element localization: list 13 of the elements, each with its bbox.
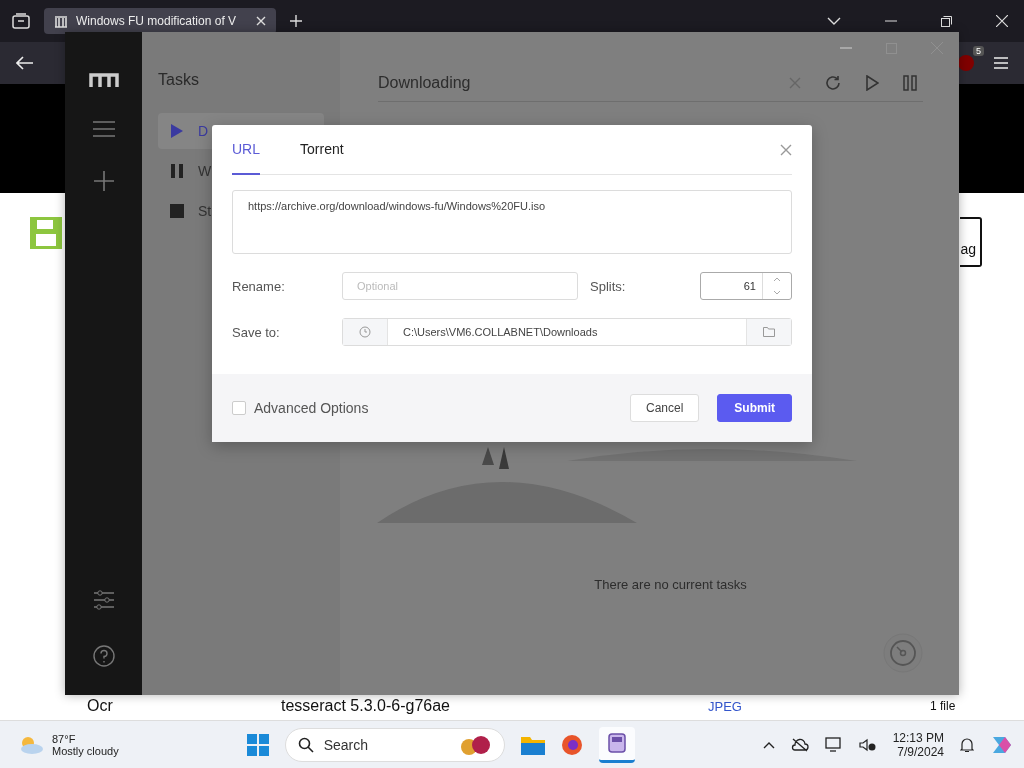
row-label: Ocr — [87, 697, 114, 715]
field-label: Splits: — [590, 278, 626, 294]
empty-message: There are no current tasks — [594, 577, 747, 592]
row-value: tesseract 5.3.0-6-g76ae — [281, 697, 451, 715]
notification-badge: 5 — [973, 46, 984, 56]
field-label: Save to: — [232, 324, 281, 340]
tab-title: Windows FU modification of V — [76, 14, 238, 28]
weather-text: Mostly cloudy — [52, 744, 119, 757]
panel-title: Tasks — [158, 71, 200, 89]
temperature: 87°F — [52, 732, 77, 745]
file-count: 1 file — [930, 699, 956, 713]
field-label: Rename: — [232, 278, 286, 294]
main-title: Downloading — [378, 74, 471, 92]
